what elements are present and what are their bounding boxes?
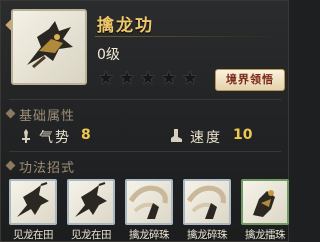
- martial-pose-icon[interactable]: [9, 179, 57, 225]
- move-label: 擒龙擂珠: [245, 229, 286, 241]
- divider: [9, 151, 281, 152]
- skill-detail-panel: 擒龙功 0级 ★ ★ ★ ★ ★ 境界领悟 基础属性 气势 8 速度 10 功法…: [0, 0, 289, 242]
- move-item[interactable]: 见龙在田: [7, 179, 59, 242]
- star-icon: ★: [118, 68, 136, 89]
- star-icon: ★: [181, 68, 199, 89]
- spiral-strike-icon[interactable]: [125, 179, 173, 225]
- star-icon: ★: [97, 68, 115, 89]
- realm-comprehension-button[interactable]: 境界领悟: [215, 69, 285, 91]
- move-item[interactable]: 擒龙碎珠: [181, 179, 233, 242]
- dragon-claw-icon: [27, 21, 73, 69]
- divider: [95, 36, 285, 37]
- move-label: 见龙在田: [13, 229, 54, 241]
- stat-label-momentum: 气势: [39, 130, 71, 146]
- stat-value-momentum: 8: [81, 127, 91, 143]
- stat-value-speed: 10: [233, 127, 253, 143]
- skill-icon[interactable]: [11, 9, 87, 85]
- section-title-attributes: 基础属性: [19, 105, 75, 124]
- move-item[interactable]: 擒龙碎珠: [123, 179, 175, 242]
- section-title-moves: 功法招式: [19, 157, 75, 176]
- skill-level: 0级: [97, 47, 120, 63]
- martial-pose-icon[interactable]: [67, 179, 115, 225]
- move-item[interactable]: 擒龙擂珠: [239, 179, 291, 242]
- move-label: 擒龙碎珠: [129, 229, 170, 241]
- move-item[interactable]: 见龙在田: [65, 179, 117, 242]
- star-icon: ★: [139, 68, 157, 89]
- move-label: 见龙在田: [71, 229, 112, 241]
- skill-name: 擒龙功: [97, 16, 154, 36]
- spiral-strike-icon[interactable]: [183, 179, 231, 225]
- sword-icon: [22, 129, 30, 143]
- move-label: 擒龙碎珠: [187, 229, 228, 241]
- divider: [9, 99, 281, 100]
- dragon-grab-icon[interactable]: [241, 179, 289, 225]
- boot-icon: [171, 129, 182, 142]
- stat-label-speed: 速度: [190, 130, 222, 146]
- star-rating: ★ ★ ★ ★ ★: [97, 70, 199, 88]
- move-list: 见龙在田 见龙在田 擒龙碎珠 擒龙碎珠 擒龙擂珠: [7, 179, 291, 242]
- star-icon: ★: [160, 68, 178, 89]
